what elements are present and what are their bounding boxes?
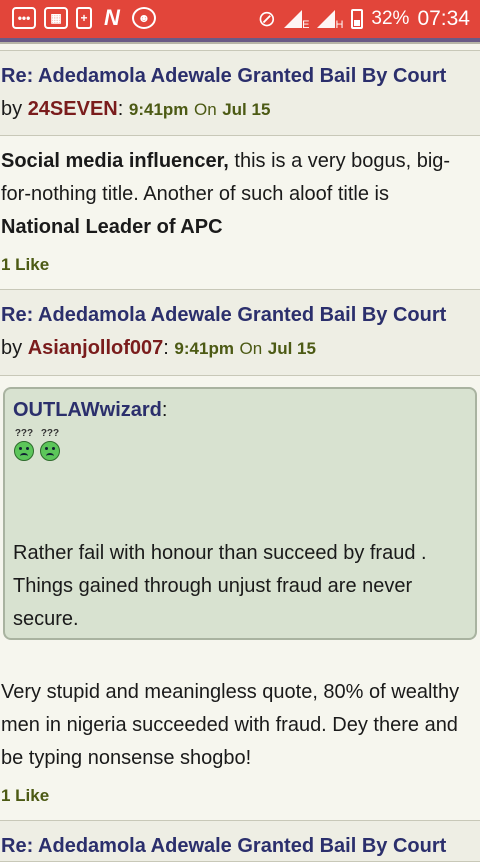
colon: : [163,337,169,359]
messages-icon: ••• [12,7,36,29]
bold-text: National Leader of APC [1,216,223,238]
battery-saver-icon: + [76,7,92,29]
post-time: 9:41pm [174,339,234,358]
post-title-link[interactable]: Re: Adedamola Adewale Granted Bail By Co… [1,65,446,88]
status-bar: ••• ▦ + N ☻ ⊘ E H 32% 07:34 [0,0,480,38]
post-byline: by 24SEVEN: 9:41pm On Jul 15 [1,98,270,121]
no-disturb-icon: ⊘ [257,6,277,31]
quote-author-link[interactable]: OUTLAWwizard [13,399,162,421]
colon: : [161,399,168,421]
smiley-marks: ??? [14,428,34,439]
post-title-link[interactable]: Re: Adedamola Adewale Granted Bail By Co… [1,304,446,327]
confused-smiley-icon: ??? [39,429,61,461]
game-icon: ☻ [132,7,156,29]
post-header: Re: Adedamola Adewale Granted Bail By Co… [0,289,480,376]
battery-percent: 32% [371,8,410,29]
gallery-icon: ▦ [44,7,68,29]
confused-smiley-icon: ??? [13,429,35,461]
post-header: Re: Adedamola Adewale Granted Bail By Co… [0,820,480,862]
news-icon: N [104,5,120,30]
on-label: On [193,100,217,119]
bold-text: Social media influencer, [1,150,229,172]
post-header: Re: Adedamola Adewale Granted Bail By Co… [0,50,480,136]
post-body: Very stupid and meaningless quote, 80% o… [1,681,460,769]
top-banner-strip [0,38,480,44]
sad-face-icon [14,441,34,461]
post-title-link[interactable]: Re: Adedamola Adewale Granted Bail By Co… [1,835,446,858]
quote-block: OUTLAWwizard: ??? ??? Rather fail with h… [3,387,477,640]
post-time: 9:41pm [128,100,189,119]
clock: 07:34 [417,7,470,30]
post-byline: by Asianjollof007: 9:41pm On Jul 15 [1,337,316,360]
like-count-link[interactable]: 1 Like [1,786,49,806]
signal-icon [284,10,303,28]
network-type-h: H [335,19,344,31]
battery-icon [351,9,364,29]
like-count-link[interactable]: 1 Like [1,255,49,275]
sad-face-icon [40,441,60,461]
smileys: ??? ??? [13,429,61,461]
post-date: Jul 15 [222,100,271,119]
network-type-e: E [302,19,310,31]
by-label: by [1,98,23,120]
on-label: On [239,339,263,358]
signal-icon [317,10,336,28]
username-link[interactable]: 24SEVEN [28,98,118,120]
post-date: Jul 15 [267,339,316,358]
smiley-marks: ??? [40,428,60,439]
colon: : [117,98,124,120]
username-link[interactable]: Asianjollof007 [28,337,164,359]
quote-text: Rather fail with honour than succeed by … [13,542,427,630]
by-label: by [1,337,23,359]
quote-author: OUTLAWwizard: [13,399,167,422]
post-body: Social media influencer, this is a very … [1,145,479,244]
